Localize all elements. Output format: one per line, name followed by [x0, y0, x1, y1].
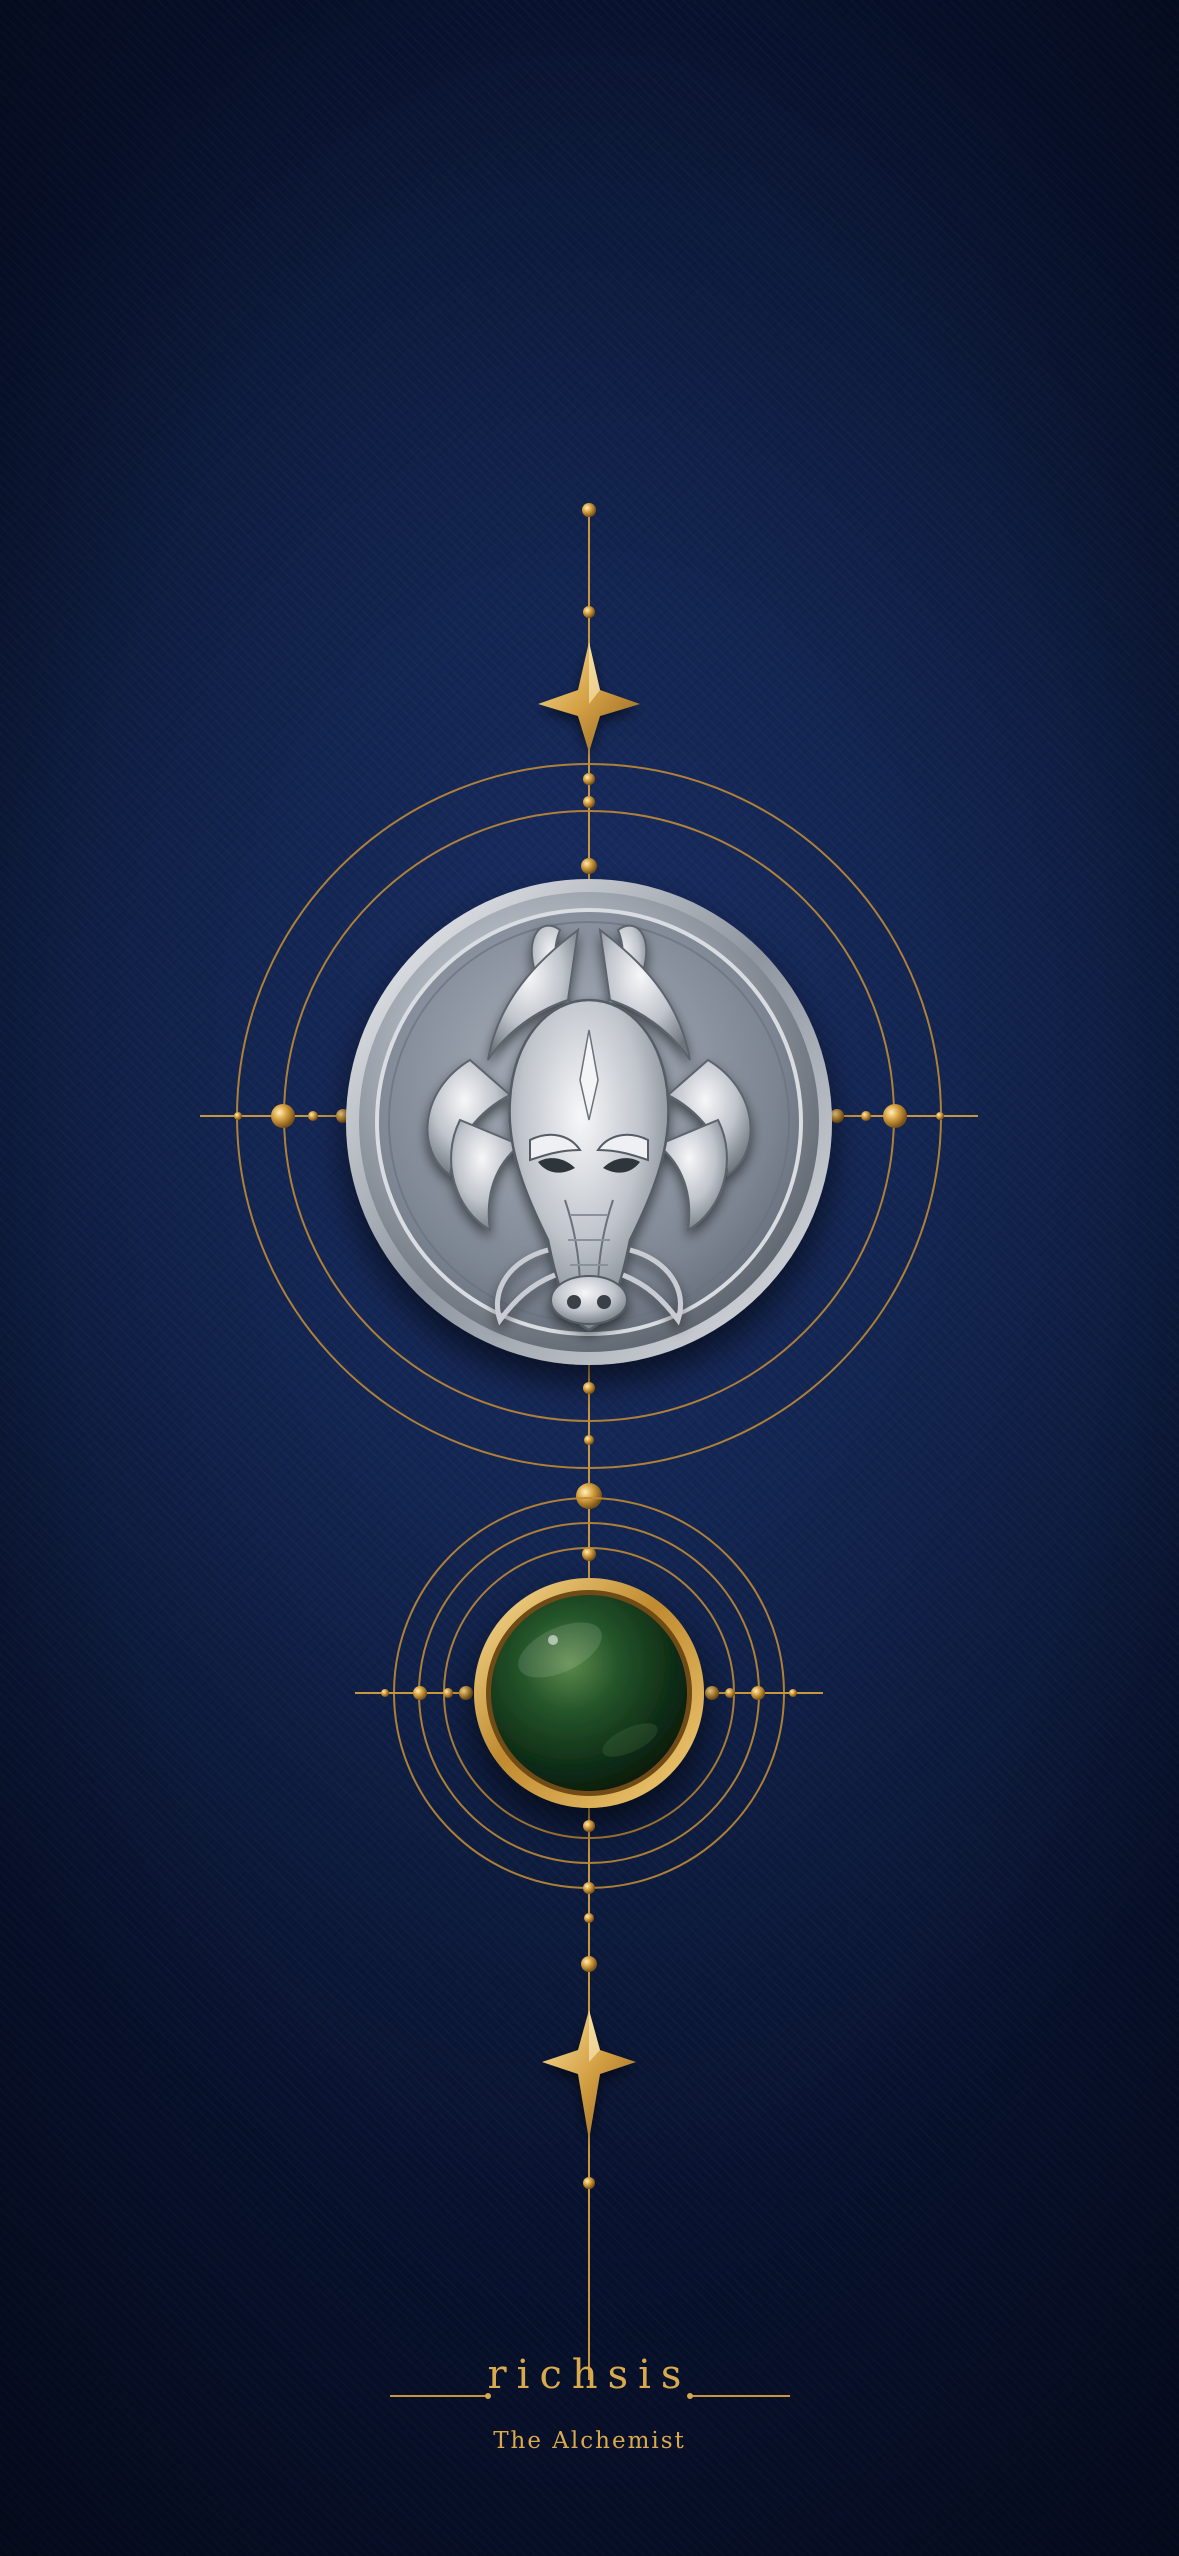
gold-bead	[584, 1435, 594, 1445]
emblem-ornament	[200, 503, 978, 2399]
gold-bead	[576, 1483, 602, 1509]
brand-tagline: The Alchemist	[493, 2428, 686, 2454]
gold-bead	[271, 1104, 295, 1128]
gold-bead	[381, 1689, 389, 1697]
gold-bead	[582, 1547, 596, 1561]
bottom-star-icon	[542, 2010, 636, 2140]
gold-bead	[443, 1688, 453, 1698]
gold-bead	[583, 1882, 595, 1894]
gold-bead	[581, 858, 597, 874]
gold-bead	[883, 1104, 907, 1128]
gold-bead	[830, 1109, 844, 1123]
gold-bead	[936, 1112, 944, 1120]
gold-bead	[789, 1689, 797, 1697]
gold-bead	[861, 1111, 871, 1121]
gold-bead	[583, 2177, 595, 2189]
gold-bead	[705, 1686, 719, 1700]
brand-name: richsis	[487, 2352, 692, 2398]
wallpaper: richsis The Alchemist	[0, 0, 1179, 2556]
gold-bead	[583, 796, 595, 808]
gold-bead	[583, 1382, 595, 1394]
gold-bead	[581, 1956, 597, 1972]
top-gold-bead	[582, 503, 596, 517]
gold-bead	[583, 606, 595, 618]
gold-bead	[583, 773, 595, 785]
gold-bead	[234, 1112, 242, 1120]
top-star-icon	[538, 642, 640, 752]
gold-bead	[459, 1686, 473, 1700]
green-gem-icon	[474, 1578, 704, 1808]
gold-bead	[725, 1688, 735, 1698]
gold-bead	[584, 1913, 594, 1923]
gold-bead	[751, 1686, 765, 1700]
gold-bead	[308, 1111, 318, 1121]
gold-bead	[583, 1820, 595, 1832]
gold-bead	[413, 1686, 427, 1700]
